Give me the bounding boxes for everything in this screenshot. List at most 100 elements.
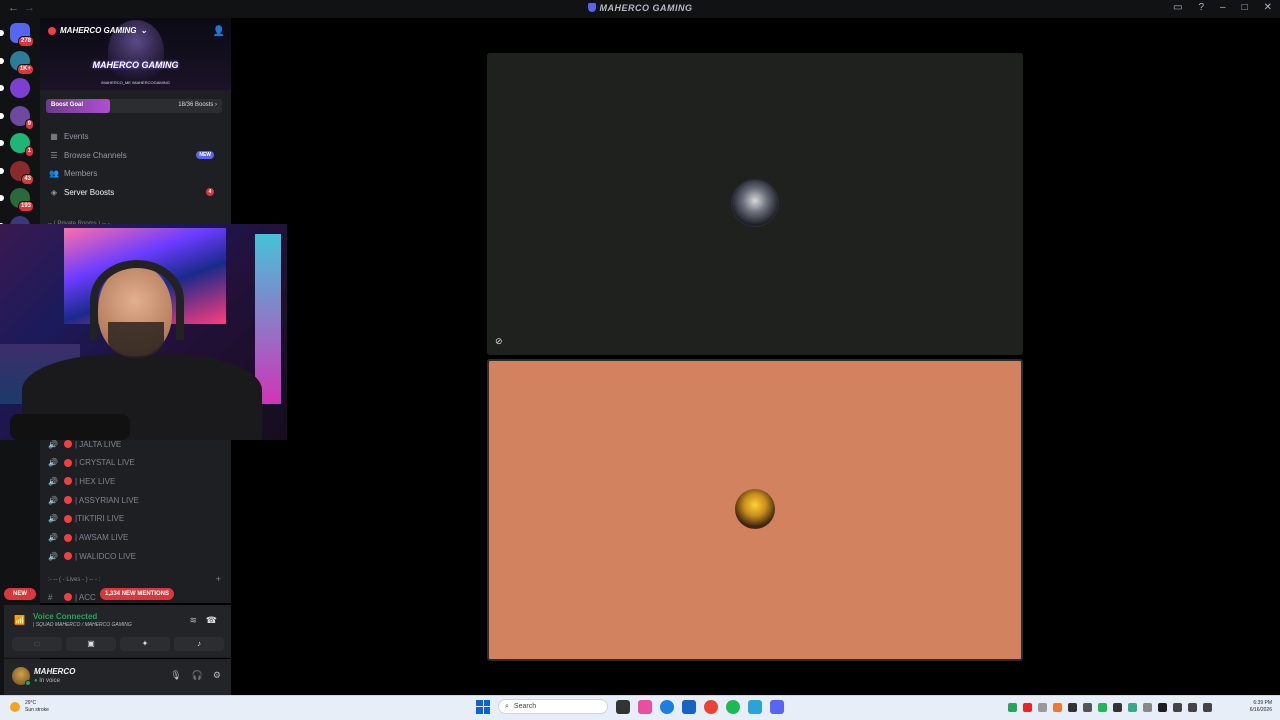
server-icon-server-2[interactable]: 1K+: [0, 50, 34, 75]
voice-channel[interactable]: 🔊 | HEX LIVE: [48, 473, 224, 489]
mention-badge: 278: [17, 36, 34, 47]
gear-icon[interactable]: ⚙: [213, 670, 221, 681]
clock[interactable]: 6:39 PM 6/16/2026: [1250, 700, 1272, 714]
tray-app-icon[interactable]: [1008, 703, 1017, 712]
edge-icon[interactable]: [660, 699, 674, 714]
taskbar-search[interactable]: ⌕ Search: [498, 699, 608, 714]
copilot-icon[interactable]: [638, 699, 652, 714]
browse-channels-icon: ☰: [50, 150, 58, 160]
add-channel-icon[interactable]: +: [216, 574, 221, 584]
maximize-icon[interactable]: □: [1242, 2, 1248, 13]
tray-app-icon[interactable]: [1053, 703, 1062, 712]
server-name-header[interactable]: MAHERCO GAMING ⌄: [48, 26, 147, 35]
activities-button[interactable]: ✦: [120, 637, 170, 651]
participant-avatar: [735, 489, 775, 529]
windows-taskbar: 29°C Sun stroke ⌕ Search 6:39 PM 6/16/2026: [0, 695, 1280, 720]
voice-channel[interactable]: 🔊 | ASSYRIAN LIVE: [48, 492, 224, 508]
voice-connected-label[interactable]: Voice Connected: [33, 612, 97, 621]
server-icon-server-7[interactable]: 193: [0, 188, 34, 212]
server-banner[interactable]: MAHERCO GAMING /MAHERCO_ME /MAHERCOGAMIN…: [40, 18, 231, 90]
unread-indicator: [0, 195, 4, 201]
telegram-icon[interactable]: [748, 699, 762, 714]
signal-icon[interactable]: 📶: [14, 615, 25, 626]
headphones-icon[interactable]: 🎧: [192, 670, 203, 681]
nav-browse-channels[interactable]: ☰ Browse Channels NEW: [48, 147, 224, 163]
nav-events[interactable]: ▦ Events: [48, 128, 224, 144]
voice-stage: ⊘: [231, 18, 1280, 695]
tray-app-icon[interactable]: [1038, 703, 1047, 712]
task-view-icon[interactable]: [616, 699, 630, 714]
unread-indicator: [0, 167, 4, 174]
user-panel: MAHERCO ● In voice 🎙 🎧 ⚙: [4, 659, 231, 695]
chrome-icon[interactable]: [704, 699, 718, 714]
username[interactable]: MAHERCO: [34, 667, 75, 676]
server-icon-server-3[interactable]: [0, 78, 30, 98]
spotify-icon[interactable]: [726, 699, 740, 714]
tray-app-icon[interactable]: [1143, 703, 1152, 712]
voice-channel[interactable]: 🔊 | AWSAM LIVE: [48, 530, 224, 546]
nav-server-boosts[interactable]: ◈ Server Boosts 4: [48, 184, 224, 200]
microphone-icon[interactable]: 🎙: [170, 670, 181, 681]
title-bar: ← → MAHERCO GAMING ▭ ? – □ ✕: [0, 0, 1280, 18]
speaker-icon: 🔊: [48, 533, 58, 542]
camera-button[interactable]: ▭: [12, 637, 62, 651]
battery-icon[interactable]: [1203, 703, 1212, 712]
speaker-icon: 🔊: [48, 439, 58, 449]
minimize-icon[interactable]: –: [1220, 2, 1226, 13]
voice-channel-path[interactable]: | SQUAD MAHERCO / MAHERCO GAMING: [33, 622, 132, 628]
mention-badge: 9: [24, 118, 34, 130]
user-status: ● In voice: [34, 678, 60, 684]
mention-badge: 193: [17, 201, 34, 212]
wifi-icon[interactable]: [1173, 703, 1182, 712]
server-icon-server-6[interactable]: 43: [0, 160, 34, 185]
store-icon[interactable]: [682, 699, 696, 714]
voice-channel[interactable]: 🔊 | CRYSTAL LIVE: [48, 455, 224, 471]
unread-indicator: [0, 112, 4, 119]
server-icon: [48, 26, 56, 35]
tray-app-icon[interactable]: [1023, 703, 1032, 712]
tray-app-icon[interactable]: [1158, 703, 1167, 712]
voice-channel[interactable]: 🔊 |TIKTIRI LIVE: [48, 511, 224, 527]
voice-channel-label: | ASSYRIAN LIVE: [75, 495, 139, 505]
live-dot-icon: [64, 477, 72, 486]
tray-app-icon[interactable]: [1083, 703, 1092, 712]
tray-app-icon[interactable]: [1128, 703, 1137, 712]
voice-connection-panel: 📶 Voice Connected | SQUAD MAHERCO / MAHE…: [4, 605, 231, 658]
discord-icon[interactable]: [770, 699, 784, 714]
server-icon-server-4[interactable]: 9: [0, 105, 34, 130]
live-dot-icon: [64, 440, 72, 448]
noise-suppression-icon[interactable]: ≋: [189, 615, 197, 626]
tray-app-icon[interactable]: [1068, 703, 1077, 712]
weather-widget[interactable]: 29°C Sun stroke: [10, 700, 49, 714]
new-mentions-pill[interactable]: 1,334 NEW MENTIONS: [100, 588, 175, 600]
tray-app-icon[interactable]: [1098, 703, 1107, 712]
inbox-icon[interactable]: ▭: [1173, 2, 1182, 13]
server-icon-discord-home[interactable]: 278: [0, 23, 34, 47]
invite-people-icon[interactable]: 👤: [213, 26, 225, 37]
tray-app-icon[interactable]: [1113, 703, 1122, 712]
disconnect-icon[interactable]: ☎: [206, 615, 217, 626]
voice-channel[interactable]: 🔊 | WALIDCO LIVE: [48, 548, 224, 564]
led-light: [255, 234, 281, 404]
volume-icon[interactable]: [1188, 703, 1197, 712]
soundboard-button[interactable]: ♪: [174, 637, 224, 651]
live-dot-icon: [64, 533, 72, 542]
help-icon[interactable]: ?: [1198, 2, 1204, 13]
screen-share-button[interactable]: ▣: [66, 637, 116, 651]
participant-tile-speaking[interactable]: [487, 359, 1023, 661]
boosts-count-badge: 4: [206, 188, 214, 196]
boost-goal-bar[interactable]: Boost Goal 18/36 Boosts ›: [46, 99, 222, 113]
participant-tile[interactable]: ⊘: [487, 53, 1023, 355]
webcam-overlay: [0, 224, 287, 440]
calendar-icon: ▦: [50, 131, 58, 141]
server-icon-server-5[interactable]: 1: [0, 133, 34, 157]
category-lives[interactable]: :- -- ( - Lives - ) -- - :: [48, 577, 100, 583]
live-dot-icon: [64, 514, 72, 523]
new-unreads-pill[interactable]: NEW: [4, 588, 36, 600]
headset: [90, 260, 184, 340]
voice-channel-label: | CRYSTAL LIVE: [75, 458, 135, 468]
members-icon: 👥: [49, 168, 59, 178]
start-button[interactable]: [476, 699, 490, 714]
close-icon[interactable]: ✕: [1264, 2, 1272, 13]
nav-members[interactable]: 👥 Members: [48, 165, 224, 181]
